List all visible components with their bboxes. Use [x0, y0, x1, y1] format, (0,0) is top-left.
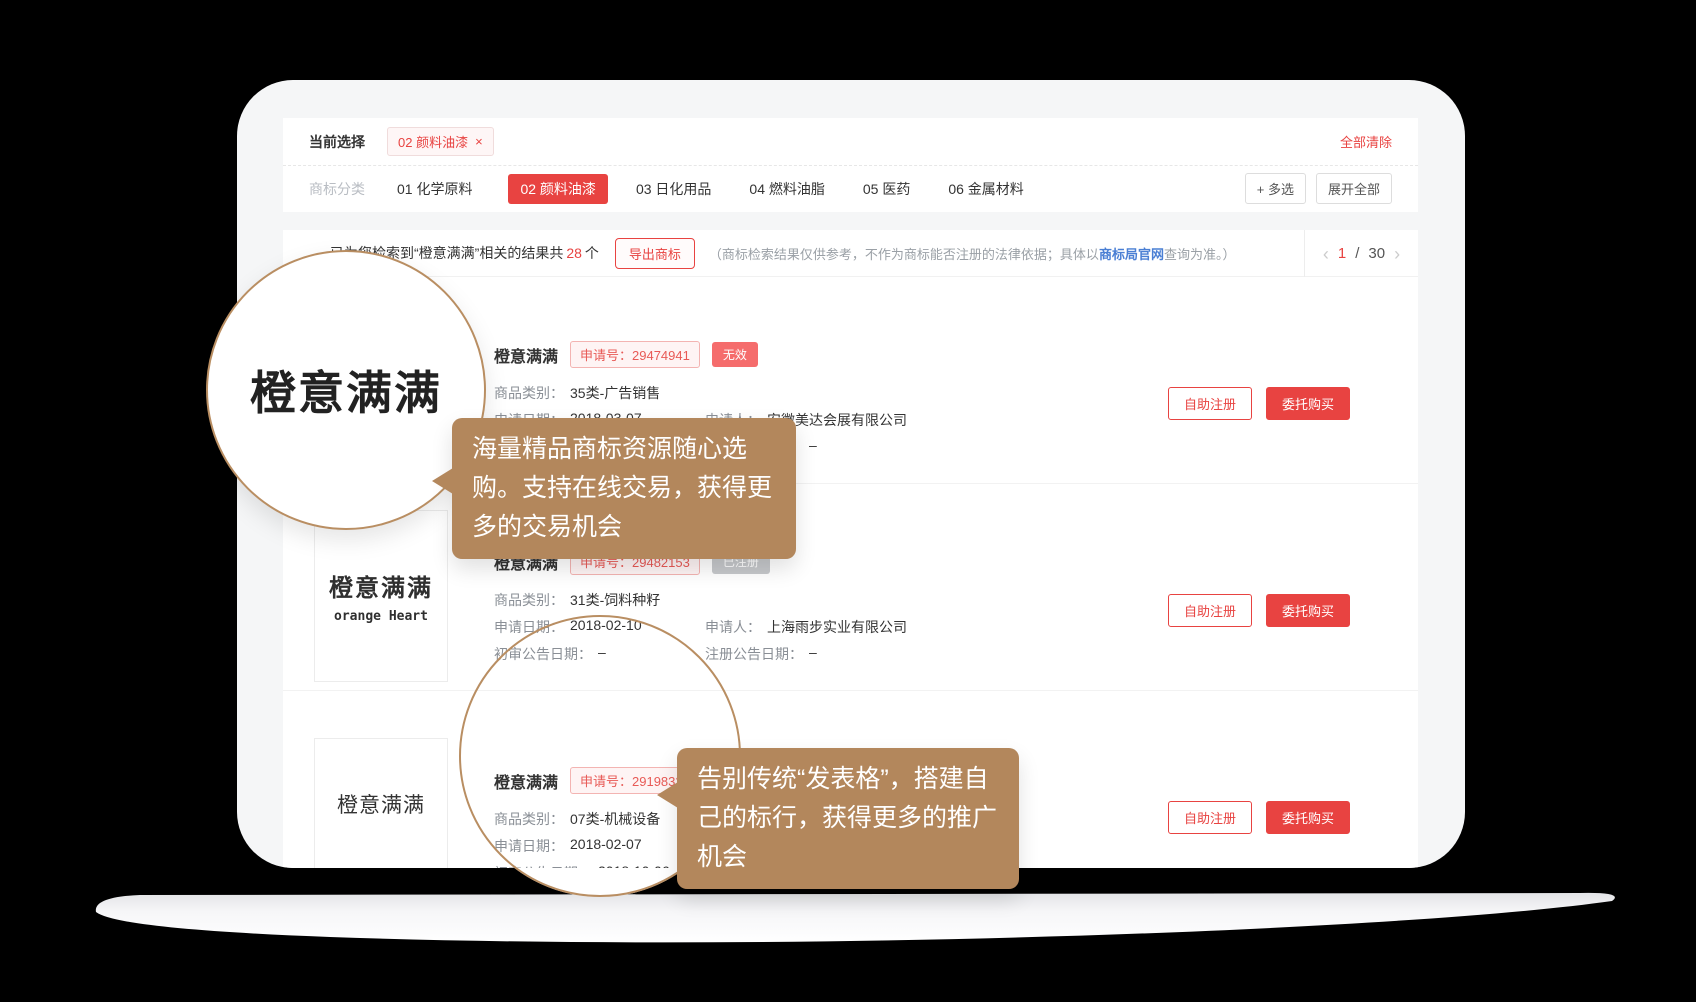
row-actions: 自助注册 委托购买	[1168, 594, 1350, 627]
category-item-02-selected[interactable]: 02 颜料油漆	[508, 174, 607, 204]
multi-select-button[interactable]: + 多选	[1245, 173, 1306, 204]
self-register-button[interactable]: 自助注册	[1168, 594, 1252, 627]
row-actions: 自助注册 委托购买	[1168, 801, 1350, 834]
row-actions: 自助注册 委托购买	[1168, 387, 1350, 420]
trademark-name: 橙意满满	[494, 343, 558, 367]
pagination-current-page: 1	[1338, 245, 1346, 262]
disclaimer-post: 查询为准。）	[1164, 247, 1236, 262]
trademark-image-subtext: orange Heart	[334, 609, 428, 624]
results-keyword: “橙意满满”	[414, 245, 479, 261]
filter-panel: 当前选择 02 颜料油漆 × 全部清除 商标分类 01 化学原料 02 颜料油漆…	[283, 118, 1418, 212]
pagination-separator: /	[1355, 245, 1359, 262]
category-row: 商标分类 01 化学原料 02 颜料油漆 03 日化用品 04 燃料油脂 05 …	[283, 166, 1418, 211]
clear-all-button[interactable]: 全部清除	[1340, 132, 1392, 151]
field-value: 35类-广告销售	[570, 383, 660, 403]
self-register-button[interactable]: 自助注册	[1168, 387, 1252, 420]
pagination-total-pages: 30	[1368, 245, 1385, 262]
category-label: 商标分类	[309, 179, 365, 199]
export-trademarks-button[interactable]: 导出商标	[615, 238, 695, 269]
trademark-image-text: 橙意满满	[337, 789, 425, 819]
remove-filter-icon[interactable]: ×	[475, 134, 483, 149]
entrust-purchase-button[interactable]: 委托购买	[1266, 594, 1350, 627]
category-item-01[interactable]: 01 化学原料	[395, 174, 474, 204]
field-value: 31类-饲料种籽	[570, 590, 660, 610]
disclaimer-pre: （商标检索结果仅供参考，不作为商标能否注册的法律依据；具体以	[709, 247, 1099, 262]
trademark-office-link[interactable]: 商标局官网	[1099, 247, 1164, 262]
field-value: –	[809, 644, 817, 664]
application-number-tag: 申请号：29474941	[570, 341, 700, 368]
selected-filter-tag[interactable]: 02 颜料油漆 ×	[387, 127, 494, 156]
category-item-06[interactable]: 06 金属材料	[946, 174, 1025, 204]
results-count: 28	[563, 245, 585, 261]
chevron-right-icon[interactable]: ›	[1394, 245, 1400, 263]
current-selection-label: 当前选择	[309, 132, 365, 152]
self-register-button[interactable]: 自助注册	[1168, 801, 1252, 834]
current-selection-row: 当前选择 02 颜料油漆 × 全部清除	[283, 118, 1418, 166]
trademark-image[interactable]: 橙意满满	[314, 738, 448, 868]
entrust-purchase-button[interactable]: 委托购买	[1266, 801, 1350, 834]
callout-bubble-trade: 海量精品商标资源随心选购。支持在线交易，获得更多的交易机会	[452, 418, 796, 559]
field-value: –	[809, 437, 817, 457]
results-unit: 个	[585, 245, 599, 261]
field-label: 申请人：	[705, 617, 761, 637]
category-tools: + 多选 展开全部	[1245, 173, 1392, 204]
status-badge: 无效	[712, 342, 758, 367]
trademark-image[interactable]: 橙意满满 orange Heart	[314, 510, 448, 682]
field-value: 上海雨步实业有限公司	[767, 617, 907, 637]
pagination: ‹ 1 / 30 ›	[1304, 230, 1418, 277]
expand-all-button[interactable]: 展开全部	[1316, 173, 1392, 204]
results-summary-middle: 相关的结果共	[479, 245, 563, 261]
category-item-05[interactable]: 05 医药	[861, 174, 912, 204]
results-header: 已为您检索到“橙意满满”相关的结果共28个 导出商标 （商标检索结果仅供参考，不…	[283, 230, 1418, 277]
field-label: 注册公告日期：	[705, 644, 803, 664]
callout-bubble-promo: 告别传统“发表格”，搭建自己的标行，获得更多的推广机会	[677, 748, 1019, 889]
results-disclaimer: （商标检索结果仅供参考，不作为商标能否注册的法律依据；具体以商标局官网查询为准。…	[709, 244, 1236, 263]
category-item-03[interactable]: 03 日化用品	[634, 174, 713, 204]
field-label: 商品类别：	[494, 590, 564, 610]
field-label: 商品类别：	[494, 383, 564, 403]
selected-filter-tag-label: 02 颜料油漆	[398, 132, 468, 151]
magnified-trademark-text: 橙意满满	[250, 357, 442, 423]
trademark-title-line: 橙意满满 申请号：29474941 无效	[494, 341, 758, 368]
chevron-left-icon[interactable]: ‹	[1323, 245, 1329, 263]
trademark-image-text: 橙意满满	[329, 568, 433, 603]
entrust-purchase-button[interactable]: 委托购买	[1266, 387, 1350, 420]
category-item-04[interactable]: 04 燃料油脂	[747, 174, 826, 204]
